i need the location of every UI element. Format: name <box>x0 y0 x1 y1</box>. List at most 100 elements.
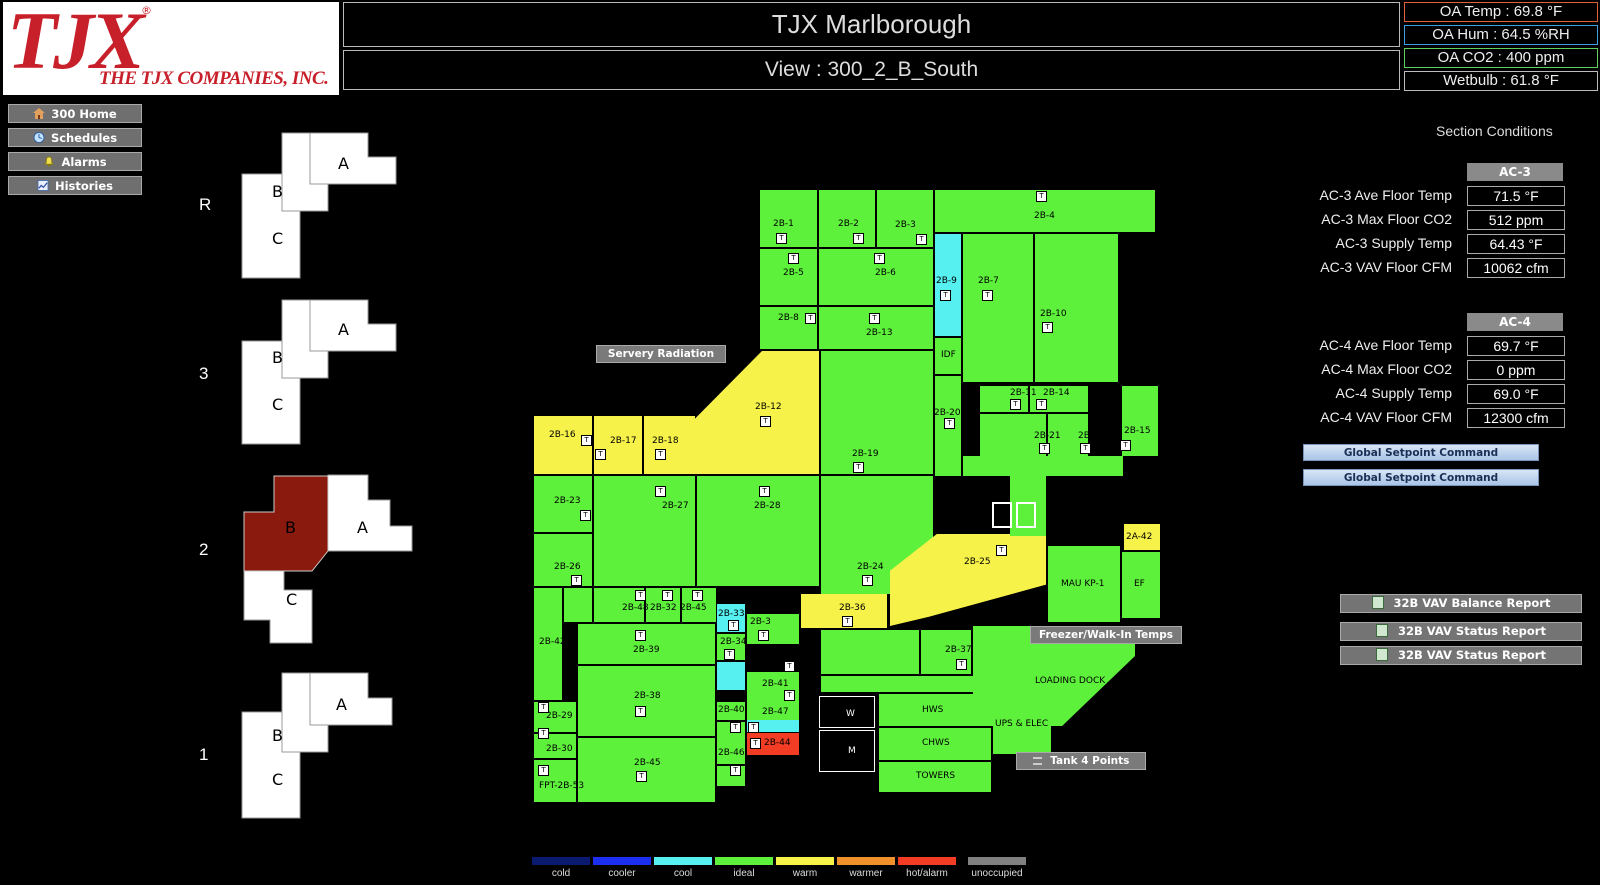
thermostat-icon[interactable]: T <box>760 416 771 427</box>
thermostat-icon[interactable]: T <box>730 765 741 776</box>
thermostat-icon[interactable]: T <box>1039 443 1050 454</box>
thermostat-icon[interactable]: T <box>853 233 864 244</box>
thermostat-icon[interactable]: T <box>788 253 799 264</box>
label-2b-15: 2B-15 <box>1124 426 1151 436</box>
thermostat-icon[interactable]: T <box>862 575 873 586</box>
room-corridor-sw <box>564 588 592 622</box>
room-2b-26[interactable] <box>534 534 592 586</box>
vav-status-report-label-2: 32B VAV Status Report <box>1398 648 1546 662</box>
label-2b-29: 2B-29 <box>546 711 573 721</box>
thermostat-icon[interactable]: T <box>728 620 739 631</box>
thermostat-icon[interactable]: T <box>748 722 759 733</box>
report-icon <box>1376 624 1389 637</box>
thermostat-icon[interactable]: T <box>853 462 864 473</box>
global-setpoint-command-button[interactable]: Global Setpoint Command <box>1303 444 1539 461</box>
vav-status-report-button-2[interactable]: 32B VAV Status Report <box>1340 646 1582 665</box>
room-2b-27[interactable] <box>594 476 695 586</box>
tank-4-points-button[interactable]: Tank 4 Points <box>1016 752 1146 770</box>
thermostat-icon[interactable]: T <box>1042 322 1053 333</box>
thermostat-icon[interactable]: T <box>776 233 787 244</box>
room-2b-7[interactable] <box>963 234 1033 382</box>
thermostat-icon[interactable]: T <box>635 590 646 601</box>
ac4-vav-floor-cfm-value: 12300 cfm <box>1467 408 1565 428</box>
report-icon <box>1371 596 1384 609</box>
room-2b-39[interactable] <box>578 624 715 664</box>
thermostat-icon[interactable]: T <box>662 590 673 601</box>
label-2b-1: 2B-1 <box>773 219 794 229</box>
ac4-vav-floor-cfm-label: AC-4 VAV Floor CFM <box>1320 409 1452 425</box>
thermostat-icon[interactable]: T <box>805 313 816 324</box>
thermostat-icon[interactable]: T <box>784 690 795 701</box>
thermostat-icon[interactable]: T <box>636 771 647 782</box>
label-2b-44: 2B-44 <box>764 738 791 748</box>
freezer-walk-in-temps-button[interactable]: Freezer/Walk-In Temps <box>1030 626 1182 644</box>
stair-block-1 <box>992 502 1012 528</box>
thermostat-icon[interactable]: T <box>724 649 735 660</box>
label-2b-16: 2B-16 <box>549 430 576 440</box>
thermostat-icon[interactable]: T <box>1036 191 1047 202</box>
servery-radiation-button[interactable]: Servery Radiation <box>596 345 726 363</box>
thermostat-icon[interactable]: T <box>655 449 666 460</box>
vav-status-report-button[interactable]: 32B VAV Status Report <box>1340 622 1582 641</box>
thermostat-icon[interactable]: T <box>730 722 741 733</box>
legend-label-cool: cool <box>673 868 693 879</box>
thermostat-icon[interactable]: T <box>581 435 592 446</box>
room-2b-45[interactable] <box>578 738 715 802</box>
thermostat-icon[interactable]: T <box>750 738 761 749</box>
thermostat-icon[interactable]: T <box>571 575 582 586</box>
thermostat-icon[interactable]: T <box>692 590 703 601</box>
ac4-max-floor-co2-label: AC-4 Max Floor CO2 <box>1321 361 1452 377</box>
thermostat-icon[interactable]: T <box>759 486 770 497</box>
room-2b-28[interactable] <box>697 476 819 586</box>
thermostat-icon[interactable]: T <box>1080 443 1091 454</box>
label-2b-48: 2B-48 <box>622 603 649 613</box>
room-2b-12[interactable] <box>695 351 819 474</box>
label-ef: EF <box>1134 579 1145 589</box>
ac3-supply-temp-label: AC-3 Supply Temp <box>1335 235 1452 251</box>
vav-status-report-label: 32B VAV Status Report <box>1398 624 1546 638</box>
thermostat-icon[interactable]: T <box>635 630 646 641</box>
label-2b-25: 2B-25 <box>964 557 991 567</box>
thermostat-icon[interactable]: T <box>1010 399 1021 410</box>
thermostat-icon[interactable]: T <box>869 313 880 324</box>
thermostat-icon[interactable]: T <box>538 765 549 776</box>
label-2b-33: 2B-33 <box>718 609 745 619</box>
room-2b-cool-small[interactable] <box>717 662 745 690</box>
label-2b-41: 2B-41 <box>762 679 789 689</box>
stair-block-2 <box>1016 502 1036 528</box>
thermostat-icon[interactable]: T <box>996 545 1007 556</box>
thermostat-icon[interactable]: T <box>655 486 666 497</box>
thermostat-icon[interactable]: T <box>1120 440 1131 451</box>
label-2b-45-upper: 2B-45 <box>680 603 707 613</box>
label-2b-2: 2B-2 <box>838 219 859 229</box>
thermostat-icon[interactable]: T <box>956 659 967 670</box>
thermostat-icon[interactable]: T <box>595 449 606 460</box>
thermostat-icon[interactable]: T <box>982 290 993 301</box>
room-2b-38[interactable] <box>578 666 715 736</box>
label-2b-22: 2B-22 <box>1078 431 1105 441</box>
thermostat-icon[interactable]: T <box>874 253 885 264</box>
thermostat-icon[interactable]: T <box>916 234 927 245</box>
legend-label-ideal: ideal <box>733 868 755 879</box>
thermostat-icon[interactable]: T <box>758 630 769 641</box>
thermostat-icon[interactable]: T <box>538 728 549 739</box>
global-setpoint-command-button[interactable]: Global Setpoint Command <box>1303 469 1539 486</box>
thermostat-icon[interactable]: T <box>842 616 853 627</box>
label-towers: TOWERS <box>916 771 956 781</box>
label-2b-36: 2B-36 <box>839 603 866 613</box>
thermostat-icon[interactable]: T <box>940 290 951 301</box>
thermostat-icon[interactable]: T <box>538 702 549 713</box>
label-2b-20: 2B-20 <box>934 408 961 418</box>
label-2b-7: 2B-7 <box>978 276 999 286</box>
thermostat-icon[interactable]: T <box>784 661 795 672</box>
room-2b-10[interactable] <box>1035 234 1118 382</box>
thermostat-icon[interactable]: T <box>944 418 955 429</box>
legend-swatch-warm <box>776 857 834 865</box>
label-2b-12: 2B-12 <box>755 402 782 412</box>
label-fpt-2b-53: FPT-2B-53 <box>539 781 585 791</box>
vav-balance-report-button[interactable]: 32B VAV Balance Report <box>1340 594 1582 613</box>
thermostat-icon[interactable]: T <box>1036 399 1047 410</box>
thermostat-icon[interactable]: T <box>635 706 646 717</box>
ac3-max-floor-co2-label: AC-3 Max Floor CO2 <box>1321 211 1452 227</box>
thermostat-icon[interactable]: T <box>580 510 591 521</box>
